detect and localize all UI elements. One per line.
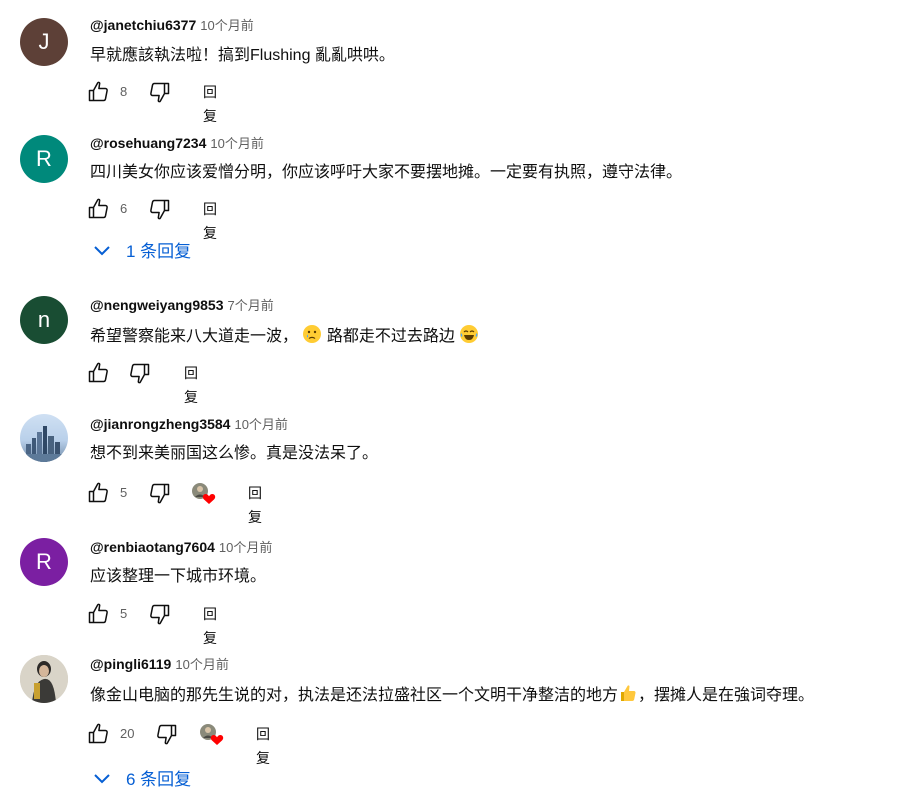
like-count: 5 (120, 606, 128, 621)
author-handle[interactable]: @renbiaotang7604 (90, 539, 215, 555)
comment-text: 想不到来美丽国这么惨。真是没法呆了。 (90, 445, 379, 462)
tears-of-joy-emoji-icon (459, 324, 479, 351)
comment-header: @rosehuang7234 10个月前 (90, 133, 264, 153)
thumb-up-icon[interactable] (86, 481, 112, 505)
timestamp[interactable]: 10个月前 (200, 18, 253, 33)
author-handle[interactable]: @jianrongzheng3584 (90, 416, 230, 432)
crying-face-emoji-icon (302, 324, 322, 351)
like-count: 20 (120, 726, 135, 741)
comment-text-part: 路都走不过去路边 (326, 328, 455, 345)
thumb-up-icon[interactable] (86, 80, 112, 104)
chevron-down-icon (92, 242, 112, 267)
city-skyline-avatar-image (20, 426, 68, 462)
thumb-up-icon[interactable] (86, 197, 112, 221)
like-count: 6 (120, 201, 128, 216)
reply-button[interactable]: 回复 (203, 80, 217, 124)
avatar-initial: n (37, 307, 51, 332)
author-handle[interactable]: @nengweiyang9853 (90, 297, 223, 313)
timestamp[interactable]: 7个月前 (227, 298, 273, 313)
thumb-up-icon[interactable] (86, 361, 112, 385)
creator-heart-icon (198, 722, 226, 746)
author-handle[interactable]: @janetchiu6377 (90, 17, 196, 33)
thumb-down-icon[interactable] (146, 80, 172, 104)
avatar[interactable] (20, 414, 68, 462)
comment-text: 希望警察能来八大道走一波， 路都走不过去路边 (90, 324, 479, 351)
comment-header: @pingli6119 10个月前 (90, 654, 229, 674)
comment-text-part: ，摆摊人是在強词夺理。 (638, 687, 815, 704)
view-replies-button[interactable]: 6 条回复 (92, 768, 191, 792)
thumb-up-icon[interactable] (86, 722, 112, 746)
author-handle[interactable]: @rosehuang7234 (90, 135, 206, 151)
comment-text-part: 像金山电脑的那先生说的对，执法是还法拉盛社区一个文明干净整洁的地方 (90, 687, 619, 704)
timestamp[interactable]: 10个月前 (234, 417, 287, 432)
reply-button[interactable]: 回复 (203, 197, 217, 241)
like-count: 8 (120, 84, 128, 99)
view-replies-button[interactable]: 1 条回复 (92, 240, 191, 264)
replies-count-label: 6 条回复 (126, 770, 192, 789)
timestamp[interactable]: 10个月前 (210, 136, 263, 151)
comment-text: 四川美女你应该爱憎分明，你应该呼吁大家不要摆地摊。一定要有执照，遵守法律。 (90, 164, 683, 181)
thumbs-up-emoji-icon (618, 683, 638, 710)
comment-header: @jianrongzheng3584 10个月前 (90, 414, 288, 434)
avatar-initial: J (38, 29, 50, 54)
comment-header: @janetchiu6377 10个月前 (90, 15, 254, 35)
creator-heart-icon (190, 481, 218, 505)
like-count: 5 (120, 485, 128, 500)
comment-text-part: 希望警察能来八大道走一波， (90, 328, 299, 345)
reply-button[interactable]: 回复 (184, 361, 198, 405)
avatar[interactable]: R (20, 135, 68, 183)
thumb-down-icon[interactable] (126, 361, 152, 385)
thumb-down-icon[interactable] (153, 722, 179, 746)
replies-count-label: 1 条回复 (126, 242, 192, 261)
thumb-up-icon[interactable] (86, 602, 112, 626)
reply-button[interactable]: 回复 (256, 722, 270, 766)
thumb-down-icon[interactable] (146, 197, 172, 221)
reply-button[interactable]: 回复 (248, 481, 262, 525)
avatar[interactable] (20, 655, 68, 703)
avatar[interactable]: J (20, 18, 68, 66)
timestamp[interactable]: 10个月前 (175, 657, 228, 672)
avatar-initial: R (36, 549, 52, 574)
comment-text: 像金山电脑的那先生说的对，执法是还法拉盛社区一个文明干净整洁的地方 ，摆摊人是在強… (90, 683, 814, 710)
reply-button[interactable]: 回复 (203, 602, 217, 646)
person-photo-avatar-image (20, 655, 68, 703)
avatar-initial: R (36, 146, 52, 171)
comment-text: 早就應該執法啦！搞到Flushing 亂亂哄哄。 (90, 47, 395, 64)
thumb-down-icon[interactable] (146, 602, 172, 626)
avatar[interactable]: n (20, 296, 68, 344)
avatar[interactable]: R (20, 538, 68, 586)
comment-header: @renbiaotang7604 10个月前 (90, 537, 272, 557)
comment-header: @nengweiyang9853 7个月前 (90, 295, 274, 315)
timestamp[interactable]: 10个月前 (219, 540, 272, 555)
comment-text: 应该整理一下城市环境。 (90, 568, 267, 585)
author-handle[interactable]: @pingli6119 (90, 656, 171, 672)
thumb-down-icon[interactable] (146, 481, 172, 505)
chevron-down-icon (92, 770, 112, 795)
